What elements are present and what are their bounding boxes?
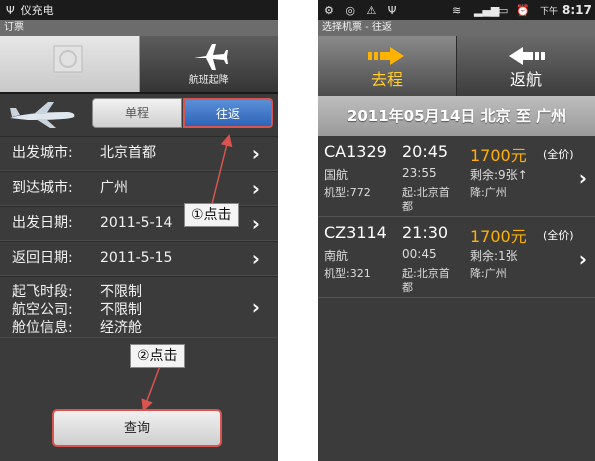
alarm-icon: ⏰ xyxy=(516,3,530,17)
airline: 国航 xyxy=(324,168,349,182)
chevron-right-icon: › xyxy=(578,166,587,190)
airline-label: 航空公司: xyxy=(12,302,73,318)
seats-left: 剩余:9张↑ xyxy=(470,168,528,182)
tab-return[interactable]: 返航 xyxy=(456,36,595,96)
departure-date-value: 2011-5-14 xyxy=(100,215,173,231)
price: 1700元 xyxy=(470,146,527,165)
status-bar: ⚙ ◎ ⚠ Ψ ≋ ▂▄▆ ▭ ⏰ 下午 8:17 xyxy=(318,0,595,20)
airplane-icon xyxy=(193,44,228,70)
chevron-right-icon: › xyxy=(251,295,260,319)
departure-time: 21:30 xyxy=(402,223,449,242)
route-header: 2011年05月14日 北京 至 广州 xyxy=(318,96,595,136)
departure-date-label: 出发日期: xyxy=(12,215,73,231)
ticket-icon xyxy=(53,45,83,73)
departure-city-value: 北京首都 xyxy=(100,145,156,161)
arrival-city-row[interactable]: 到达城市: 广州 › xyxy=(0,171,278,206)
destination: 降:广州 xyxy=(470,267,507,280)
takeoff-time-value: 不限制 xyxy=(100,284,142,300)
cabin-label: 舱位信息: xyxy=(12,320,73,336)
tab-booking[interactable] xyxy=(0,36,140,92)
seats-left: 剩余:1张 xyxy=(470,249,518,263)
battery-icon: ▭ xyxy=(498,3,509,17)
charging-status: 仪充电 xyxy=(20,4,54,17)
notification-icons: ⚙ ◎ ⚠ Ψ xyxy=(324,3,401,17)
origin-cont: 都 xyxy=(402,281,413,294)
signal-icon: ▂▄▆ xyxy=(474,3,500,17)
direction-tabs: 去程 返航 xyxy=(318,36,595,96)
price: 1700元 xyxy=(470,227,527,246)
airline: 南航 xyxy=(324,249,349,263)
departure-city-label: 出发城市: xyxy=(12,145,73,161)
plane-illustration-icon xyxy=(10,102,75,128)
chevron-right-icon: › xyxy=(578,247,587,271)
origin-cont: 都 xyxy=(402,200,413,213)
arrival-city-value: 广州 xyxy=(100,180,128,196)
departure-time: 20:45 xyxy=(402,142,449,161)
left-screen: Ψ 仪充电 订票 航班起降 单程 往返 出发城市: 北京首都 › 到达城市: 广… xyxy=(0,0,278,461)
aircraft-model: 机型:772 xyxy=(324,186,371,199)
tab-flight-status-label: 航班起降 xyxy=(188,75,229,86)
flight-number: CZ3114 xyxy=(324,223,387,242)
flight-item[interactable]: CZ3114 21:30 1700元 (全价) 南航 00:45 剩余:1张 机… xyxy=(318,217,595,298)
return-date-row[interactable]: 返回日期: 2011-5-15 › xyxy=(0,241,278,276)
clock-time: 8:17 xyxy=(562,3,592,17)
tab-bar: 航班起降 xyxy=(0,36,278,94)
arrival-time: 00:45 xyxy=(402,247,437,261)
fare-type: (全价) xyxy=(543,148,574,161)
tab-flight-status[interactable]: 航班起降 xyxy=(139,36,278,92)
arrival-city-label: 到达城市: xyxy=(12,180,73,196)
window-title: 订票 xyxy=(0,20,278,36)
return-date-label: 返回日期: xyxy=(12,250,73,266)
tab-outbound-label: 去程 xyxy=(370,70,403,89)
return-date-value: 2011-5-15 xyxy=(100,250,173,266)
arrow-to-query xyxy=(141,365,161,412)
right-screen: ⚙ ◎ ⚠ Ψ ≋ ▂▄▆ ▭ ⏰ 下午 8:17 选择机票 - 往返 去程 返… xyxy=(318,0,595,461)
arrow-left-icon xyxy=(509,47,545,65)
arrival-time: 23:55 xyxy=(402,166,437,180)
tab-outbound[interactable]: 去程 xyxy=(318,36,456,96)
flight-item[interactable]: CA1329 20:45 1700元 (全价) 国航 23:55 剩余:9张↑ … xyxy=(318,136,595,217)
departure-city-row[interactable]: 出发城市: 北京首都 › xyxy=(0,136,278,171)
airline-value: 不限制 xyxy=(100,302,142,318)
wifi-icon: ≋ xyxy=(452,3,462,17)
window-title: 选择机票 - 往返 xyxy=(318,20,595,36)
usb-icon: Ψ xyxy=(6,3,15,17)
status-bar: Ψ 仪充电 xyxy=(0,0,278,20)
destination: 降:广州 xyxy=(470,186,507,199)
options-row[interactable]: 起飞时段: 不限制 航空公司: 不限制 舱位信息: 经济舱 › xyxy=(0,276,278,338)
query-button[interactable]: 查询 xyxy=(52,409,222,447)
aircraft-model: 机型:321 xyxy=(324,267,371,280)
callout-step2: ②点击 xyxy=(130,344,185,368)
clock-period: 下午 xyxy=(540,6,559,17)
oneway-toggle[interactable]: 单程 xyxy=(92,98,182,128)
fare-type: (全价) xyxy=(543,229,574,242)
trip-type-row: 单程 往返 xyxy=(0,94,278,136)
chevron-right-icon: › xyxy=(251,211,260,235)
chevron-right-icon: › xyxy=(251,141,260,165)
arrow-right-icon xyxy=(368,47,404,65)
tab-return-label: 返航 xyxy=(509,70,542,89)
chevron-right-icon: › xyxy=(251,246,260,270)
takeoff-time-label: 起飞时段: xyxy=(12,284,73,300)
cabin-value: 经济舱 xyxy=(100,320,142,336)
roundtrip-toggle[interactable]: 往返 xyxy=(183,98,273,128)
chevron-right-icon: › xyxy=(251,176,260,200)
flight-number: CA1329 xyxy=(324,142,387,161)
callout-step1: ①点击 xyxy=(184,203,239,227)
